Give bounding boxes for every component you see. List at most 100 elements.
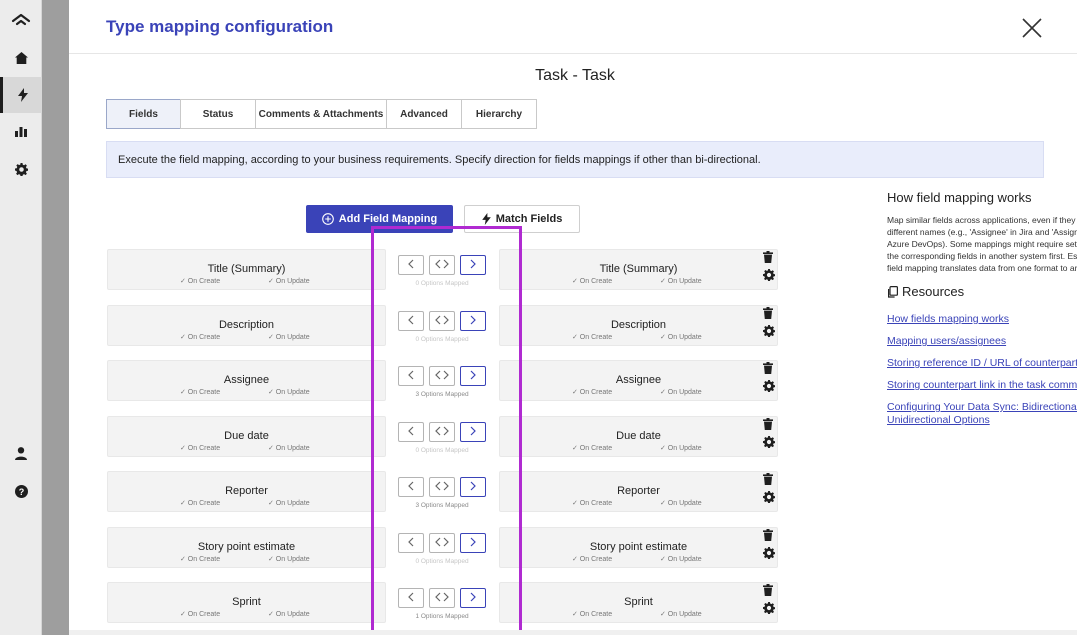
add-field-mapping-button[interactable]: Add Field Mapping <box>306 205 453 233</box>
tab-status[interactable]: Status <box>180 99 256 129</box>
resource-link[interactable]: Mapping users/assignees <box>887 335 1077 348</box>
user-icon[interactable] <box>0 435 42 471</box>
gear-icon[interactable] <box>763 324 777 342</box>
target-field-card[interactable]: Reporter ✓ On Create ✓ On Update <box>499 471 778 512</box>
direction-bidirectional-button[interactable] <box>429 366 455 386</box>
resources-heading: Resources <box>887 284 1077 299</box>
direction-bidirectional-button[interactable] <box>429 532 455 553</box>
source-field-card[interactable]: Story point estimate ✓ On Create ✓ On Upda… <box>107 526 386 568</box>
home-icon[interactable] <box>0 40 42 76</box>
direction-bidirectional-button[interactable] <box>429 255 455 275</box>
direction-selector: 0 Options Mapped <box>398 310 498 343</box>
target-field-name: Assignee <box>615 374 662 386</box>
direction-bidirectional-button[interactable] <box>429 477 455 497</box>
direction-left-button[interactable] <box>398 588 424 608</box>
close-icon[interactable] <box>1020 16 1044 40</box>
direction-bidirectional-button[interactable] <box>429 588 455 608</box>
target-field-card[interactable]: Sprint ✓ On Create ✓ On Update <box>499 582 778 623</box>
tab-advanced[interactable]: Advanced <box>386 99 462 129</box>
modal-header: Type mapping configuration <box>69 0 1077 54</box>
target-field-name: Description <box>610 318 667 331</box>
on-create-label: ✓ On Create <box>572 333 613 341</box>
row-actions <box>763 528 777 564</box>
tab-fields[interactable]: Fields <box>106 99 181 129</box>
match-fields-button[interactable]: Match Fields <box>464 205 580 233</box>
on-create-label: ✓ On Create <box>180 500 221 507</box>
target-field-name: Due date <box>616 429 661 442</box>
direction-right-button[interactable] <box>460 532 486 553</box>
tab-comments-attachments[interactable]: Comments & Attachments <box>255 99 387 129</box>
direction-left-button[interactable] <box>398 255 424 275</box>
gear-icon[interactable] <box>763 435 777 453</box>
source-field-card[interactable]: Assignee ✓ On Create ✓ On Update <box>107 360 386 401</box>
direction-right-button[interactable] <box>460 310 486 331</box>
direction-left-button[interactable] <box>398 310 424 331</box>
row-actions <box>763 583 777 619</box>
bolt-icon[interactable] <box>0 77 42 113</box>
on-create-label: ✓ On Create <box>572 555 613 563</box>
trash-icon[interactable] <box>763 306 777 324</box>
tab-hierarchy[interactable]: Hierarchy <box>461 99 537 129</box>
on-create-label: ✓ On Create <box>180 333 221 341</box>
trash-icon[interactable] <box>763 583 777 601</box>
target-field-card[interactable]: Description ✓ On Create ✓ On Update <box>499 304 778 346</box>
trash-icon[interactable] <box>763 528 777 546</box>
help-icon[interactable]: ? <box>0 473 42 509</box>
gear-icon[interactable] <box>763 490 777 508</box>
gear-icon[interactable] <box>0 151 42 187</box>
resource-link[interactable]: Storing counterpart link in the task com… <box>887 379 1077 392</box>
options-mapped-count: 0 Options Mapped <box>415 280 469 287</box>
target-field-card[interactable]: Title (Summary) ✓ On Create ✓ On Update <box>499 249 778 290</box>
direction-right-button[interactable] <box>460 366 486 386</box>
source-field-card[interactable]: Title (Summary) ✓ On Create ✓ On Update <box>107 249 386 290</box>
target-field-name: Reporter <box>617 485 660 497</box>
gear-icon[interactable] <box>763 268 777 286</box>
on-create-label: ✓ On Create <box>180 555 221 563</box>
logo-icon[interactable] <box>0 2 42 38</box>
direction-right-button[interactable] <box>460 255 486 275</box>
source-field-card[interactable]: Description ✓ On Create ✓ On Update <box>107 304 386 346</box>
match-fields-label: Match Fields <box>495 213 563 225</box>
trash-icon[interactable] <box>763 250 777 268</box>
gear-icon[interactable] <box>763 379 777 397</box>
source-field-card[interactable]: Due date ✓ On Create ✓ On Update <box>107 415 386 457</box>
options-mapped-count: 3 Options Mapped <box>415 391 469 398</box>
direction-left-button[interactable] <box>398 421 424 442</box>
target-field-card[interactable]: Assignee ✓ On Create ✓ On Update <box>499 360 778 401</box>
source-field-card[interactable]: Sprint ✓ On Create ✓ On Update <box>107 582 386 623</box>
chevron-left-icon <box>407 367 415 385</box>
gear-icon[interactable] <box>763 601 777 619</box>
nav-rail: ? <box>0 0 42 635</box>
direction-bidirectional-button[interactable] <box>429 421 455 442</box>
target-field-card[interactable]: Due date ✓ On Create ✓ On Update <box>499 415 778 457</box>
on-create-label: ✓ On Create <box>180 278 221 285</box>
trash-icon[interactable] <box>763 361 777 379</box>
direction-left-button[interactable] <box>398 366 424 386</box>
on-update-label: ✓ On Update <box>268 611 310 618</box>
direction-right-button[interactable] <box>460 588 486 608</box>
target-field-card[interactable]: Story point estimate ✓ On Create ✓ On Upda… <box>499 526 778 568</box>
options-mapped-count: 3 Options Mapped <box>415 502 469 509</box>
type-mapping-modal: Type mapping configuration Task - Task F… <box>69 0 1077 635</box>
resource-link[interactable]: Configuring Your Data Sync: Bidirectiona… <box>887 401 1077 427</box>
direction-bidirectional-button[interactable] <box>429 310 455 331</box>
chevron-both-icon <box>435 256 449 274</box>
source-field-card[interactable]: Reporter ✓ On Create ✓ On Update <box>107 471 386 512</box>
direction-right-button[interactable] <box>460 421 486 442</box>
source-field-name: Assignee <box>223 374 270 386</box>
direction-left-button[interactable] <box>398 477 424 497</box>
on-update-label: ✓ On Update <box>660 611 702 618</box>
on-update-label: ✓ On Update <box>268 444 310 452</box>
source-field-name: Description <box>218 318 275 331</box>
direction-left-button[interactable] <box>398 532 424 553</box>
chevron-both-icon <box>435 478 449 496</box>
chart-icon[interactable] <box>0 113 42 149</box>
gear-icon[interactable] <box>763 546 777 564</box>
source-field-name: Sprint <box>232 596 261 608</box>
on-update-label: ✓ On Update <box>660 278 702 285</box>
resource-link[interactable]: How fields mapping works <box>887 313 1077 326</box>
direction-right-button[interactable] <box>460 477 486 497</box>
resource-link[interactable]: Storing reference ID / URL of counterpar… <box>887 357 1077 370</box>
trash-icon[interactable] <box>763 417 777 435</box>
trash-icon[interactable] <box>763 472 777 490</box>
